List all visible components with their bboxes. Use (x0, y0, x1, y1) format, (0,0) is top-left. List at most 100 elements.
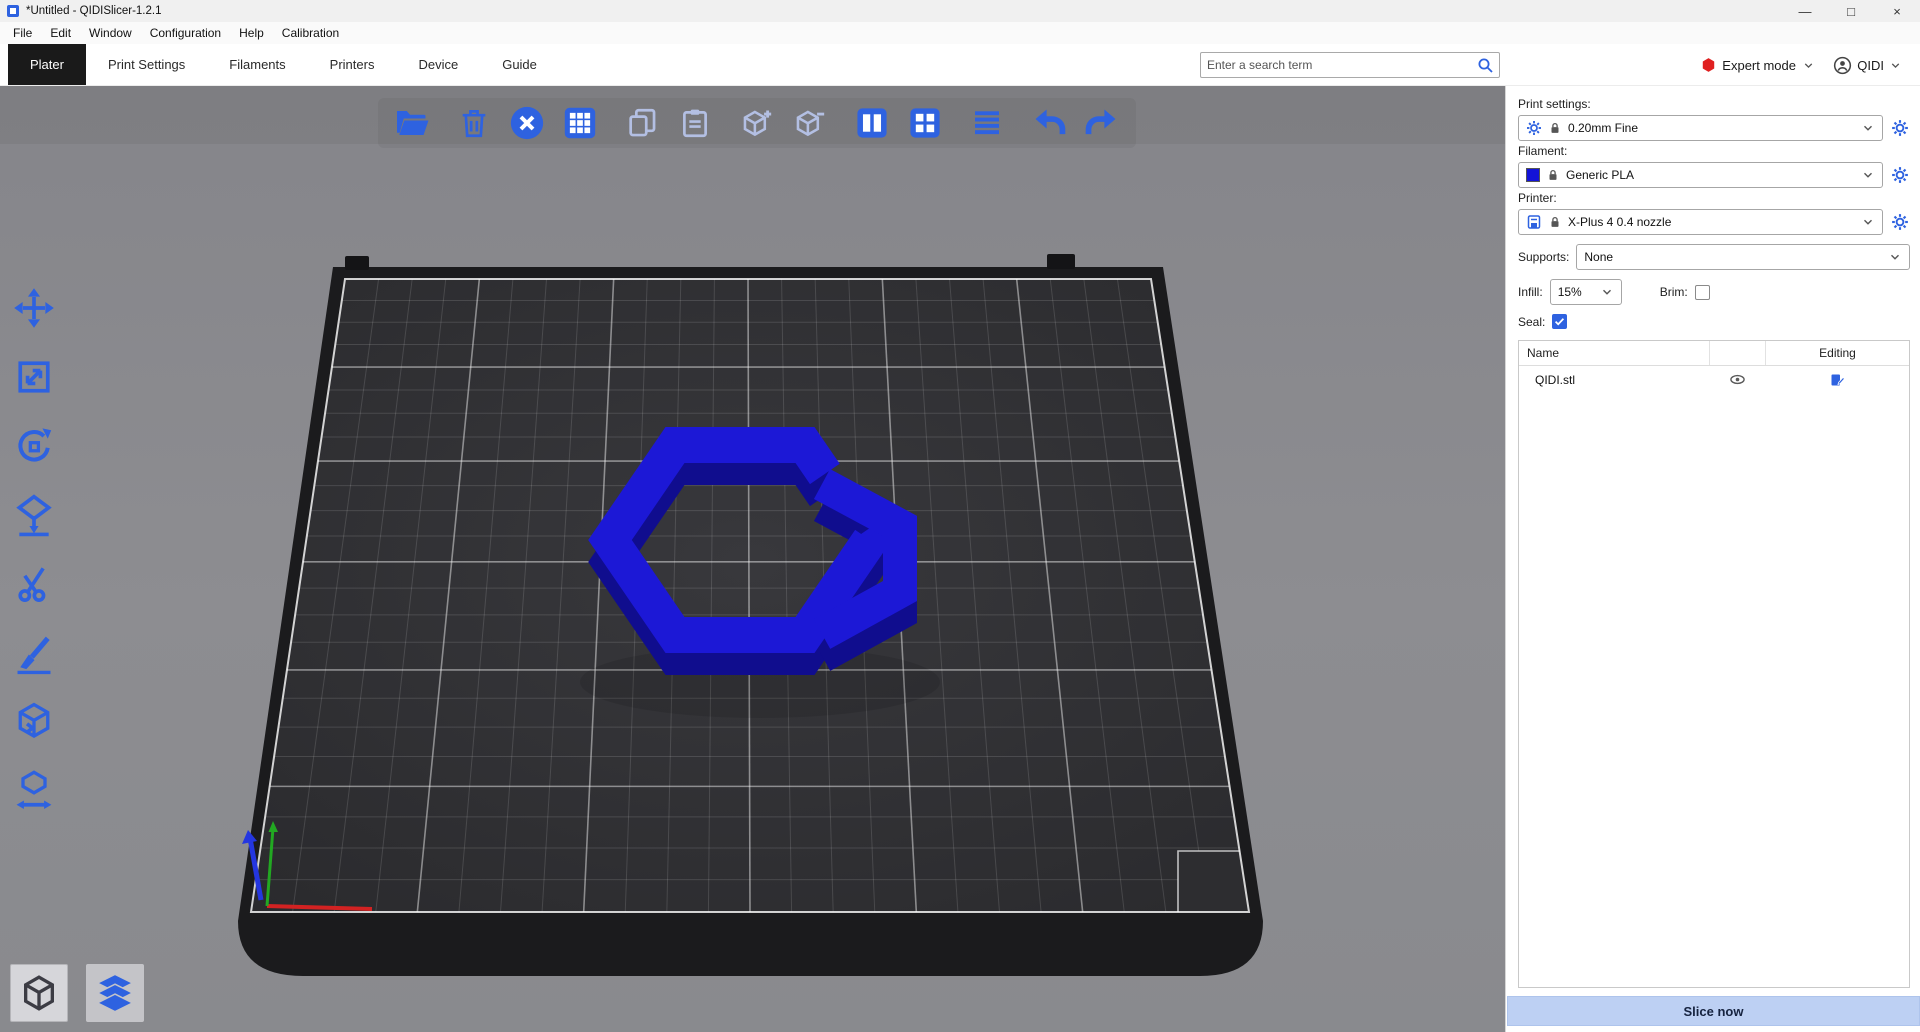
object-list: Name Editing QIDI.stl (1518, 340, 1910, 988)
visibility-toggle[interactable] (1709, 371, 1765, 388)
remove-instance-button[interactable] (790, 103, 830, 143)
seal-label: Seal: (1518, 315, 1545, 329)
gear-icon (1526, 120, 1542, 136)
printer-combo[interactable]: X-Plus 4 0.4 nozzle (1518, 209, 1883, 235)
edit-object-button[interactable] (1765, 372, 1909, 388)
menu-file[interactable]: File (4, 26, 41, 40)
slice-now-button[interactable]: Slice now (1507, 996, 1920, 1026)
split-to-parts-button[interactable] (905, 103, 945, 143)
cut-tool[interactable] (10, 560, 58, 608)
place-on-face-tool[interactable] (10, 491, 58, 539)
move-tool[interactable] (10, 284, 58, 332)
menu-edit[interactable]: Edit (41, 26, 80, 40)
lock-icon (1548, 215, 1562, 229)
arrange-button[interactable] (560, 103, 600, 143)
edit-icon (1829, 372, 1845, 388)
delete-all-button[interactable] (507, 103, 547, 143)
chevron-down-icon (1600, 285, 1614, 299)
account-icon (1833, 56, 1852, 75)
filament-gear-button[interactable] (1890, 165, 1910, 185)
add-instance-button[interactable] (737, 103, 777, 143)
object-row[interactable]: QIDI.stl (1519, 366, 1909, 393)
seam-tool[interactable] (10, 698, 58, 746)
chevron-down-icon (1861, 121, 1875, 135)
cube-icon (19, 973, 59, 1013)
account-label: QIDI (1857, 58, 1884, 73)
variable-layer-height-button[interactable] (967, 103, 1007, 143)
rotate-tool[interactable] (10, 422, 58, 470)
print-settings-value: 0.20mm Fine (1568, 121, 1855, 135)
infill-label: Infill: (1518, 285, 1543, 299)
search-input[interactable] (1201, 53, 1477, 77)
tab-bar: Plater Print Settings Filaments Printers… (0, 44, 1920, 86)
supports-select[interactable]: None (1576, 244, 1910, 270)
app-icon (6, 4, 20, 18)
tab-filaments[interactable]: Filaments (207, 44, 307, 85)
split-to-objects-button[interactable] (852, 103, 892, 143)
expert-mode-hexagon-icon (1701, 57, 1716, 73)
menu-calibration[interactable]: Calibration (273, 26, 348, 40)
filament-value: Generic PLA (1566, 168, 1855, 182)
preview-view-button[interactable] (86, 964, 144, 1022)
chevron-down-icon (1861, 168, 1875, 182)
gizmo-toolbar (10, 284, 58, 815)
account-menu[interactable]: QIDI (1833, 44, 1902, 86)
paint-supports-tool[interactable] (10, 629, 58, 677)
delete-button[interactable] (454, 103, 494, 143)
menu-window[interactable]: Window (80, 26, 141, 40)
supports-label: Supports: (1518, 250, 1569, 264)
open-project-button[interactable] (392, 103, 432, 143)
check-icon (1553, 315, 1566, 328)
menu-bar: File Edit Window Configuration Help Cali… (0, 22, 1920, 44)
viewport-3d[interactable] (0, 86, 1505, 1032)
printer-gear-button[interactable] (1890, 212, 1910, 232)
brim-checkbox[interactable] (1695, 285, 1710, 300)
plate-clip-left (345, 256, 369, 270)
brim-label: Brim: (1660, 285, 1688, 299)
print-settings-gear-button[interactable] (1890, 118, 1910, 138)
undo-button[interactable] (1029, 103, 1069, 143)
paste-button[interactable] (675, 103, 715, 143)
filament-label: Filament: (1518, 144, 1910, 158)
measure-tool[interactable] (10, 767, 58, 815)
seal-checkbox[interactable] (1552, 314, 1567, 329)
chevron-down-icon (1889, 59, 1902, 72)
menu-configuration[interactable]: Configuration (141, 26, 230, 40)
printer-icon (1526, 214, 1542, 230)
menu-help[interactable]: Help (230, 26, 273, 40)
redo-button[interactable] (1082, 103, 1122, 143)
tab-print-settings[interactable]: Print Settings (86, 44, 207, 85)
purge-notch (1178, 851, 1249, 912)
print-settings-combo[interactable]: 0.20mm Fine (1518, 115, 1883, 141)
minimize-button[interactable]: — (1782, 0, 1828, 22)
printer-value: X-Plus 4 0.4 nozzle (1568, 215, 1855, 229)
tab-printers[interactable]: Printers (308, 44, 397, 85)
plate-clip-right (1047, 254, 1075, 269)
mode-selector[interactable]: Expert mode (1701, 44, 1815, 86)
chevron-down-icon (1888, 250, 1902, 264)
tab-guide[interactable]: Guide (480, 44, 559, 85)
window-title: *Untitled - QIDISlicer-1.2.1 (26, 5, 162, 17)
close-button[interactable]: × (1874, 0, 1920, 22)
3d-editor-view-button[interactable] (10, 964, 68, 1022)
print-settings-label: Print settings: (1518, 97, 1910, 111)
printer-label: Printer: (1518, 191, 1910, 205)
column-name: Name (1519, 346, 1709, 360)
filament-combo[interactable]: Generic PLA (1518, 162, 1883, 188)
window-controls: — □ × (1782, 0, 1920, 22)
tab-device[interactable]: Device (396, 44, 480, 85)
maximize-button[interactable]: □ (1828, 0, 1874, 22)
tab-plater[interactable]: Plater (8, 44, 86, 85)
build-plate-canvas (0, 86, 1505, 1032)
scale-tool[interactable] (10, 353, 58, 401)
chevron-down-icon (1802, 59, 1815, 72)
infill-value: 15% (1558, 285, 1594, 299)
copy-button[interactable] (622, 103, 662, 143)
infill-select[interactable]: 15% (1550, 279, 1622, 305)
view-mode-buttons (10, 964, 144, 1022)
supports-value: None (1584, 250, 1882, 264)
search-icon[interactable] (1477, 57, 1494, 74)
column-editing: Editing (1765, 341, 1909, 365)
mode-label: Expert mode (1722, 58, 1796, 73)
settings-sidebar: Print settings: 0.20mm Fine Filament: Ge… (1505, 86, 1920, 1032)
